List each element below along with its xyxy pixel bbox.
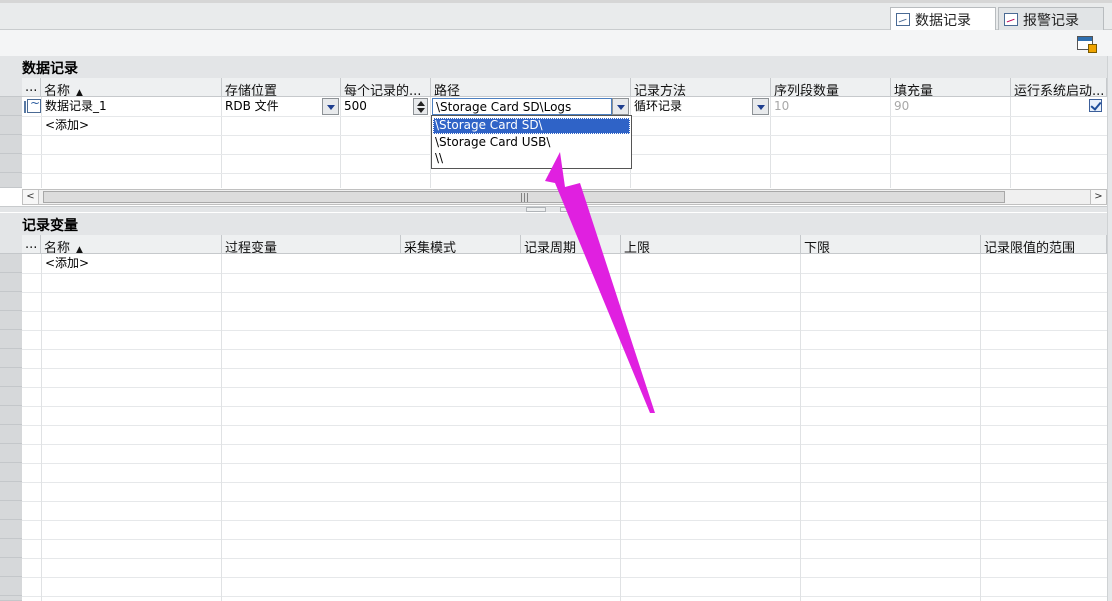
annotation-arrow (545, 152, 655, 413)
annotation-arrow-shape (545, 152, 655, 413)
